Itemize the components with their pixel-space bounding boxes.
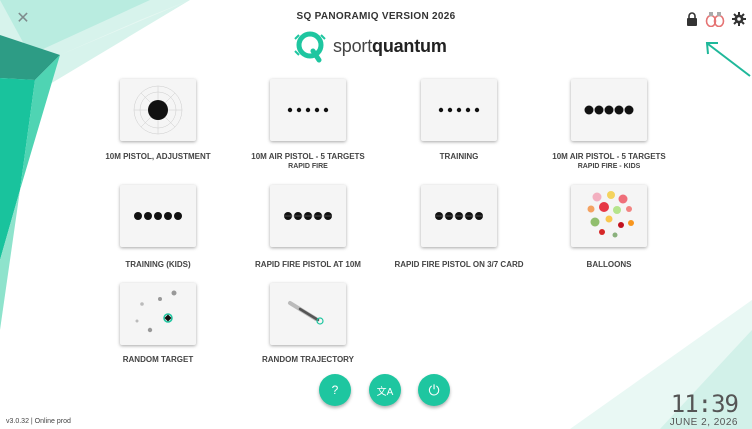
tile-card[interactable] xyxy=(270,185,346,247)
target-adjust-icon xyxy=(133,85,183,135)
tile-card[interactable] xyxy=(270,283,346,345)
version-label: v3.0.32 | Online prod xyxy=(6,418,71,425)
tile-label: BALLOONS xyxy=(586,260,632,269)
five-large-dots-icon xyxy=(134,212,182,220)
hands-icon[interactable] xyxy=(704,11,726,32)
tile-card[interactable] xyxy=(120,185,196,247)
tile-label: RANDOM TRAJECTORY xyxy=(261,355,354,364)
logo-q-icon xyxy=(294,31,326,63)
power-button[interactable]: ⏻ xyxy=(418,374,450,406)
five-striped-dots-icon xyxy=(435,212,483,220)
five-small-dots-icon xyxy=(438,107,480,113)
clock: 11:39 JUNE 2, 2026 xyxy=(669,390,739,428)
tile-label: 10M AIR PISTOL - 5 TARGETS RAPID FIRE - K… xyxy=(552,152,666,170)
language-button[interactable]: 文A xyxy=(369,374,401,406)
app-title: SQ PANORAMIQ VERSION 2026 xyxy=(296,11,456,22)
tile-card[interactable] xyxy=(270,79,346,141)
tile-card[interactable] xyxy=(421,185,497,247)
power-icon: ⏻ xyxy=(428,381,440,398)
random-target-icon xyxy=(135,290,177,333)
five-small-dots-icon xyxy=(287,107,329,113)
five-striped-dots-icon xyxy=(284,212,332,220)
clock-date: JUNE 2, 2026 xyxy=(669,417,738,428)
clock-time: 11:39 xyxy=(670,390,739,418)
help-button[interactable]: ? xyxy=(319,374,351,406)
gear-icon[interactable] xyxy=(732,12,746,31)
top-right-toolbar xyxy=(686,11,746,32)
pointer-arrow-annotation xyxy=(705,42,751,77)
tile-card[interactable] xyxy=(571,79,647,141)
sportquantum-logo: sportquantum xyxy=(293,29,447,63)
logo-text: sportquantum xyxy=(333,35,447,56)
question-icon: ? xyxy=(331,383,339,397)
balloons-icon xyxy=(587,191,634,238)
random-trajectory-icon xyxy=(288,301,324,325)
five-large-dots-icon xyxy=(584,105,634,115)
tile-card[interactable] xyxy=(120,79,196,141)
tile-card[interactable] xyxy=(120,283,196,345)
tile-card[interactable] xyxy=(421,79,497,141)
tile-card[interactable] xyxy=(571,185,647,247)
lock-icon[interactable] xyxy=(686,12,698,31)
translate-icon: 文A xyxy=(376,386,394,398)
